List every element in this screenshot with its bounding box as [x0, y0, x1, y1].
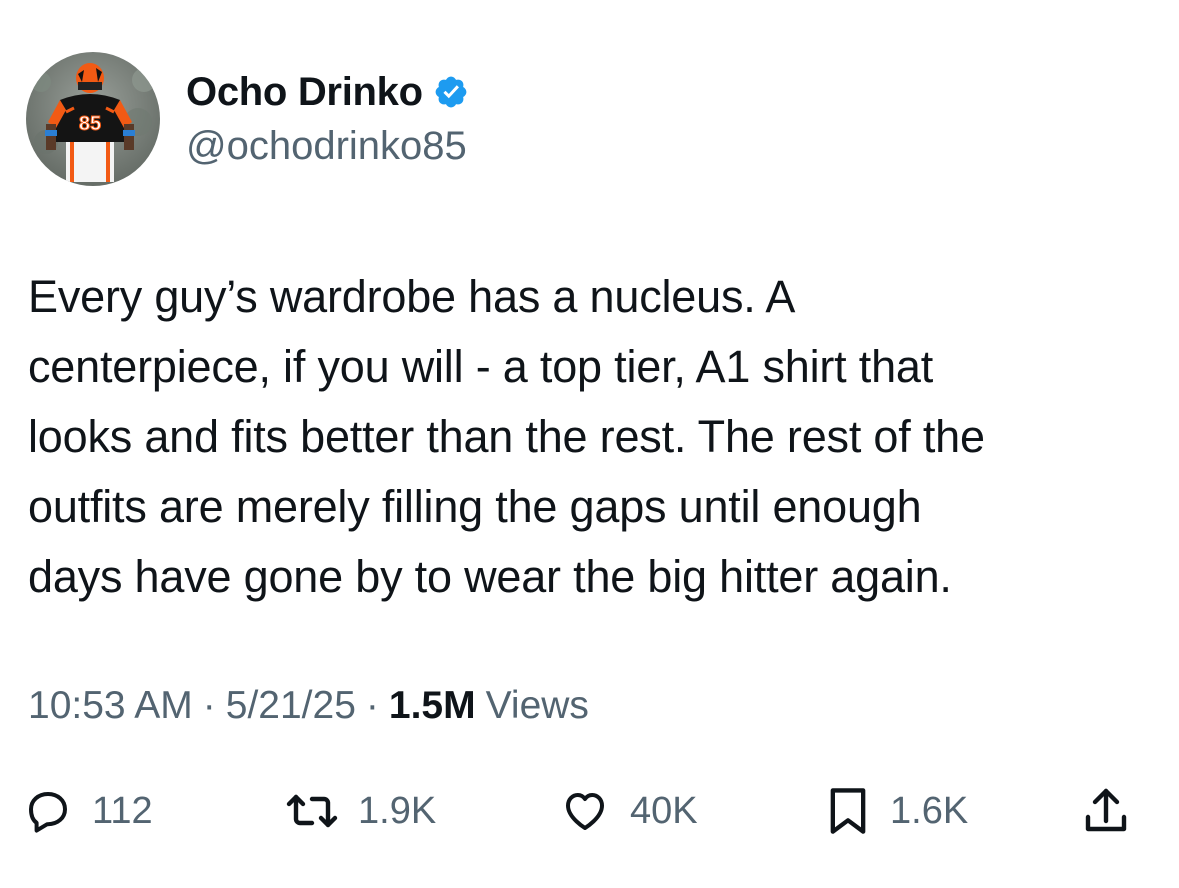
tweet-text: Every guy’s wardrobe has a nucleus. A ce… — [28, 271, 985, 602]
author-display-name[interactable]: Ocho Drinko — [186, 70, 423, 115]
views-count[interactable]: 1.5M — [389, 684, 476, 728]
share-button[interactable] — [1082, 776, 1130, 846]
avatar-jersey-number: 85 — [79, 113, 101, 135]
tweet-meta: 10:53 AM · 5/21/25 · 1.5M Views — [28, 684, 589, 728]
meta-separator: · — [365, 684, 379, 727]
tweet-actions: 112 1.9K 40K 1.6K — [0, 776, 1179, 846]
like-button[interactable]: 40K — [560, 776, 698, 846]
share-icon — [1082, 785, 1130, 837]
like-count: 40K — [630, 789, 698, 832]
repost-icon — [286, 787, 338, 835]
author-handle[interactable]: @ochodrinko85 — [186, 124, 467, 169]
repost-button[interactable]: 1.9K — [286, 776, 436, 846]
repost-count: 1.9K — [358, 789, 437, 832]
reply-icon — [24, 787, 72, 835]
meta-separator: · — [202, 684, 216, 727]
avatar[interactable]: 85 — [26, 52, 160, 186]
heart-icon — [560, 787, 610, 835]
tweet-time[interactable]: 10:53 AM — [28, 684, 193, 728]
bookmark-button[interactable]: 1.6K — [826, 776, 968, 846]
tweet-date[interactable]: 5/21/25 — [226, 684, 356, 728]
author-name-row[interactable]: Ocho Drinko — [186, 68, 469, 116]
reply-count: 112 — [92, 789, 153, 832]
bookmark-icon — [826, 785, 870, 837]
bookmark-count: 1.6K — [890, 789, 969, 832]
reply-button[interactable]: 112 — [24, 776, 153, 846]
verified-badge-icon[interactable] — [433, 74, 469, 110]
views-label[interactable]: Views — [486, 684, 589, 728]
avatar-image: 85 — [26, 52, 160, 186]
